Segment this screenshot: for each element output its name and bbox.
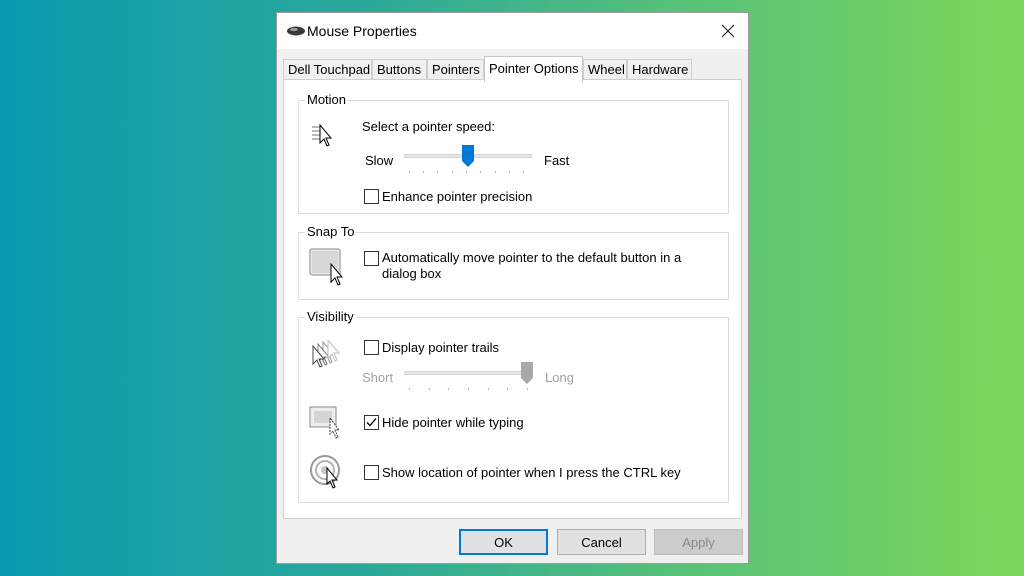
mouse-icon: [287, 26, 305, 36]
pointer-trails-label[interactable]: Display pointer trails: [382, 340, 499, 355]
short-label: Short: [362, 370, 394, 385]
checkmark-icon: [366, 418, 377, 427]
pointer-speed-slider-thumb[interactable]: [462, 145, 474, 167]
pointer-trails-icon: [312, 340, 341, 368]
trail-length-ticks: [409, 388, 528, 390]
snap-to-group: Snap To Automatically move pointer to th…: [298, 224, 729, 300]
snap-to-default-label-line1[interactable]: Automatically move pointer to the defaul…: [382, 250, 681, 265]
long-label: Long: [545, 370, 574, 385]
cancel-button[interactable]: Cancel: [557, 529, 646, 555]
hide-pointer-typing-checkbox[interactable]: [364, 415, 379, 430]
pointer-speed-ticks: [409, 171, 527, 173]
ctrl-locate-icon: [310, 455, 340, 489]
tab-buttons[interactable]: Buttons: [372, 59, 427, 81]
hide-pointer-typing-label[interactable]: Hide pointer while typing: [382, 415, 524, 430]
title-bar[interactable]: Mouse Properties: [277, 13, 748, 49]
mouse-properties-dialog: Mouse Properties Dell Touchpad Buttons P…: [276, 12, 749, 564]
pointer-speed-label: Select a pointer speed:: [362, 119, 495, 134]
tab-pointers[interactable]: Pointers: [427, 59, 484, 81]
window-title: Mouse Properties: [307, 23, 417, 39]
visibility-group: Visibility Display pointer trails Short …: [298, 309, 729, 503]
enhance-precision-checkbox[interactable]: [364, 189, 379, 204]
snap-to-default-label-line2[interactable]: dialog box: [382, 266, 441, 281]
close-button[interactable]: [708, 13, 748, 49]
tab-strip: Dell Touchpad Buttons Pointers Pointer O…: [283, 56, 743, 82]
trail-length-slider-thumb[interactable]: [521, 362, 533, 384]
snap-to-default-checkbox[interactable]: [364, 251, 379, 266]
hide-pointer-icon: [309, 406, 340, 439]
ctrl-locate-checkbox[interactable]: [364, 465, 379, 480]
pointer-trails-checkbox[interactable]: [364, 340, 379, 355]
fast-label: Fast: [544, 153, 570, 168]
apply-button[interactable]: Apply: [654, 529, 743, 555]
tab-pointer-options[interactable]: Pointer Options: [484, 56, 583, 82]
tab-panel: Motion Select a pointer speed: Slow Fast…: [283, 79, 742, 519]
tab-wheel[interactable]: Wheel: [583, 59, 627, 81]
trail-length-slider-track[interactable]: [404, 371, 532, 375]
motion-group-label: Motion: [305, 92, 349, 107]
enhance-precision-label[interactable]: Enhance pointer precision: [382, 189, 532, 204]
tab-hardware[interactable]: Hardware: [627, 59, 692, 81]
motion-group: Motion Select a pointer speed: Slow Fast…: [298, 92, 729, 214]
pointer-speed-icon: [312, 123, 333, 147]
ok-button[interactable]: OK: [459, 529, 548, 555]
snap-to-group-label: Snap To: [305, 224, 357, 239]
snap-to-icon: [309, 248, 344, 286]
close-icon: [721, 24, 735, 38]
slow-label: Slow: [365, 153, 394, 168]
tab-dell-touchpad[interactable]: Dell Touchpad: [283, 59, 372, 81]
visibility-group-label: Visibility: [305, 309, 356, 324]
ctrl-locate-label[interactable]: Show location of pointer when I press th…: [382, 465, 681, 480]
